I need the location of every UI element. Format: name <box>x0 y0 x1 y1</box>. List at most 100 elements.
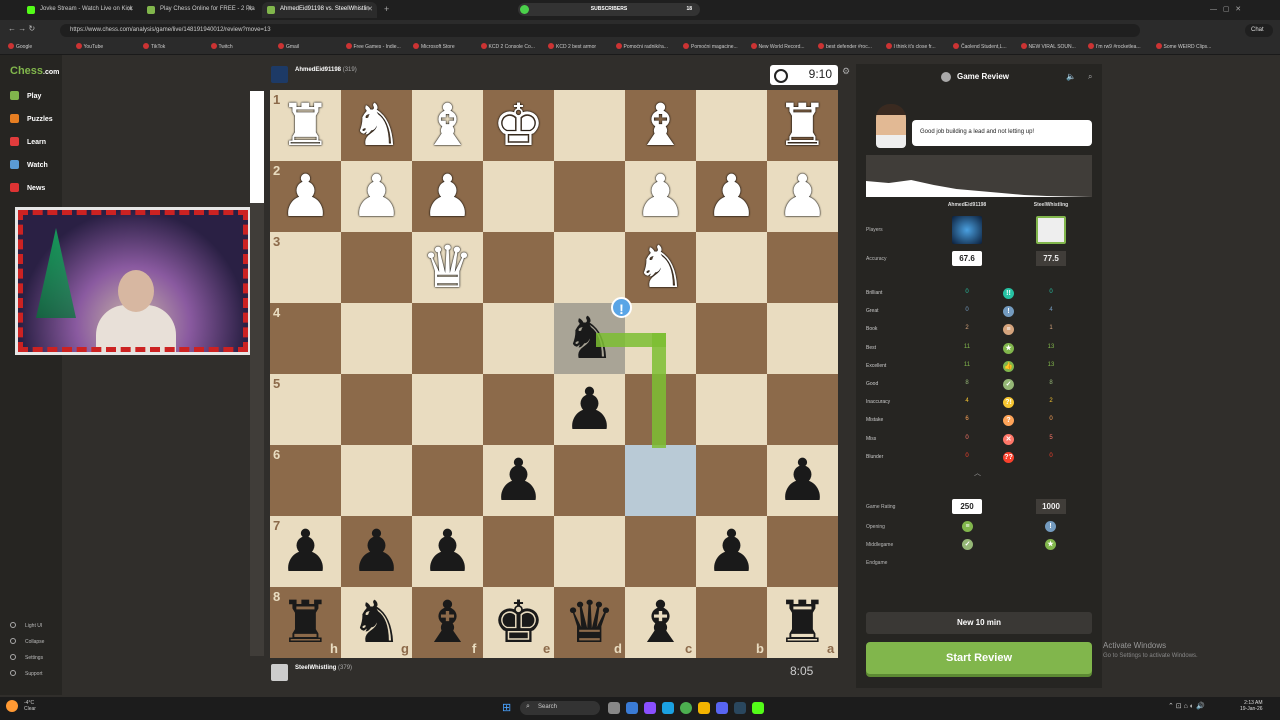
avatar[interactable] <box>271 66 288 83</box>
board-square[interactable] <box>270 374 341 445</box>
black-pawn[interactable]: ♟ <box>270 516 341 587</box>
sidebar-item-light-ui[interactable]: Light UI <box>10 622 42 629</box>
sound-icon[interactable]: 🔈 <box>1066 72 1076 81</box>
bookmark-item[interactable]: I think it's close fr... <box>886 43 936 50</box>
close-icon[interactable]: ✕ <box>127 5 133 13</box>
board-square[interactable] <box>767 303 838 374</box>
app-icon[interactable] <box>644 702 656 714</box>
bookmark-item[interactable]: best defender #roc... <box>818 43 872 50</box>
chevron-up-icon[interactable]: ︿ <box>974 468 981 478</box>
board-square[interactable] <box>625 516 696 587</box>
sidebar-item-watch[interactable]: Watch <box>10 160 48 169</box>
task-view-icon[interactable] <box>608 702 620 714</box>
chess-board[interactable]: ♜ ♞ ♝ ♚ ♝ ♜ 1 ♟ ♟ ♟ ♟ ♟ ♟ 2 ♛ ♞ 3 ♞ 4 ♟ 5 ♟ ♟ 6 ♟ ♟ ♟ ♟ 7 ♜ ♞ ♝ ♚ ♛ ♝ ♜ 8 h g f… <box>270 90 838 658</box>
white-pawn[interactable]: ♟ <box>341 161 412 232</box>
board-square[interactable] <box>412 303 483 374</box>
bookmark-item[interactable]: Some WEIRD Clips... <box>1156 43 1212 50</box>
sidebar-item-settings[interactable]: Settings <box>10 654 43 661</box>
bookmark-item[interactable]: NEW VIRAL SOUN... <box>1021 43 1076 50</box>
board-square[interactable] <box>270 303 341 374</box>
black-pawn[interactable]: ♟ <box>696 516 767 587</box>
board-square[interactable] <box>554 90 625 161</box>
bookmark-item[interactable]: YouTube <box>76 43 104 50</box>
white-knight[interactable]: ♞ <box>625 232 696 303</box>
address-bar[interactable]: https://www.chess.com/analysis/game/live… <box>60 24 1140 37</box>
white-pawn[interactable]: ♟ <box>412 161 483 232</box>
board-square[interactable] <box>696 232 767 303</box>
sidebar-item-support[interactable]: Support <box>10 670 43 677</box>
board-square[interactable] <box>483 374 554 445</box>
board-square[interactable] <box>554 516 625 587</box>
search-icon[interactable]: ⌕ <box>1088 72 1092 82</box>
bookmark-item[interactable]: Google <box>8 43 32 50</box>
chesscom-logo[interactable]: Chess.com <box>10 65 59 77</box>
clock[interactable]: 2:13 AM 19-Jan-26 <box>1240 700 1263 712</box>
board-square[interactable] <box>412 445 483 516</box>
sidebar-item-puzzles[interactable]: Puzzles <box>10 114 53 123</box>
bookmark-item[interactable]: Microsoft Store <box>413 43 455 50</box>
board-square[interactable] <box>767 374 838 445</box>
close-icon[interactable]: ✕ <box>247 5 253 13</box>
white-rook[interactable]: ♜ <box>767 90 838 161</box>
black-pawn[interactable]: ♟ <box>767 445 838 516</box>
start-review-button[interactable]: Start Review <box>866 642 1092 674</box>
bookmark-item[interactable]: Free Games - Indie... <box>346 43 401 50</box>
white-king[interactable]: ♚ <box>483 90 554 161</box>
board-square[interactable] <box>696 445 767 516</box>
board-square[interactable] <box>483 161 554 232</box>
board-square[interactable] <box>412 374 483 445</box>
board-square[interactable] <box>483 303 554 374</box>
board-square[interactable] <box>270 445 341 516</box>
white-pawn[interactable]: ♟ <box>270 161 341 232</box>
black-pawn[interactable]: ♟ <box>554 374 625 445</box>
board-square[interactable] <box>483 232 554 303</box>
bookmark-item[interactable]: KCD 2 Console Co... <box>481 43 535 50</box>
folder-icon[interactable] <box>698 702 710 714</box>
tab-kick[interactable]: Jovke Stream - Watch Live on Kick ✕ <box>22 2 137 18</box>
board-square[interactable] <box>341 374 412 445</box>
bookmark-item[interactable]: Čaolend Student,L... <box>953 43 1007 50</box>
white-queen[interactable]: ♛ <box>412 232 483 303</box>
board-square[interactable] <box>341 445 412 516</box>
board-square[interactable] <box>767 232 838 303</box>
black-pawn[interactable]: ♟ <box>341 516 412 587</box>
board-square[interactable] <box>696 90 767 161</box>
sidebar-item-play[interactable]: Play <box>10 91 41 100</box>
weather-widget[interactable]: -4°C Clear <box>24 700 36 712</box>
bottom-player-name[interactable]: SteelWhistling (379) <box>295 665 352 671</box>
bookmark-item[interactable]: New World Record... <box>751 43 805 50</box>
taskbar-search[interactable]: ⌕ Search <box>520 701 600 715</box>
edge-icon[interactable] <box>662 702 674 714</box>
white-rook[interactable]: ♜ <box>270 90 341 161</box>
tab-chess-play[interactable]: Play Chess Online for FREE - 2 Pla ✕ <box>142 2 257 18</box>
white-pawn[interactable]: ♟ <box>767 161 838 232</box>
bookmark-item[interactable]: Gmail <box>278 43 299 50</box>
white-pawn[interactable]: ♟ <box>696 161 767 232</box>
avatar[interactable] <box>271 664 288 681</box>
board-square[interactable] <box>554 232 625 303</box>
gear-icon[interactable]: ⚙ <box>842 66 850 77</box>
board-square[interactable] <box>270 232 341 303</box>
sidebar-item-learn[interactable]: Learn <box>10 137 46 146</box>
top-player-name[interactable]: AhmedEid91198 (319) <box>295 67 357 73</box>
board-square[interactable] <box>554 445 625 516</box>
bookmark-item[interactable]: TikTok <box>143 43 165 50</box>
discord-icon[interactable] <box>716 702 728 714</box>
bookmark-item[interactable]: KCD 2 best armor <box>548 43 596 50</box>
black-pawn[interactable]: ♟ <box>412 516 483 587</box>
board-square[interactable] <box>767 516 838 587</box>
kick-icon[interactable] <box>752 702 764 714</box>
board-square[interactable] <box>696 303 767 374</box>
board-square[interactable] <box>696 374 767 445</box>
white-bishop[interactable]: ♝ <box>412 90 483 161</box>
white-pawn[interactable]: ♟ <box>625 161 696 232</box>
file-explorer-icon[interactable] <box>626 702 638 714</box>
bookmark-item[interactable]: Twitch <box>211 43 233 50</box>
board-square[interactable] <box>625 445 696 516</box>
window-controls[interactable]: — ▢ ✕ <box>1210 5 1241 13</box>
white-knight[interactable]: ♞ <box>341 90 412 161</box>
board-square[interactable] <box>341 303 412 374</box>
nav-arrows-icon[interactable]: ← → ↻ <box>8 24 35 33</box>
tab-chess-review[interactable]: AhmedEid91198 vs. SteelWhistlin ✕ <box>262 2 377 18</box>
chrome-icon[interactable] <box>680 702 692 714</box>
